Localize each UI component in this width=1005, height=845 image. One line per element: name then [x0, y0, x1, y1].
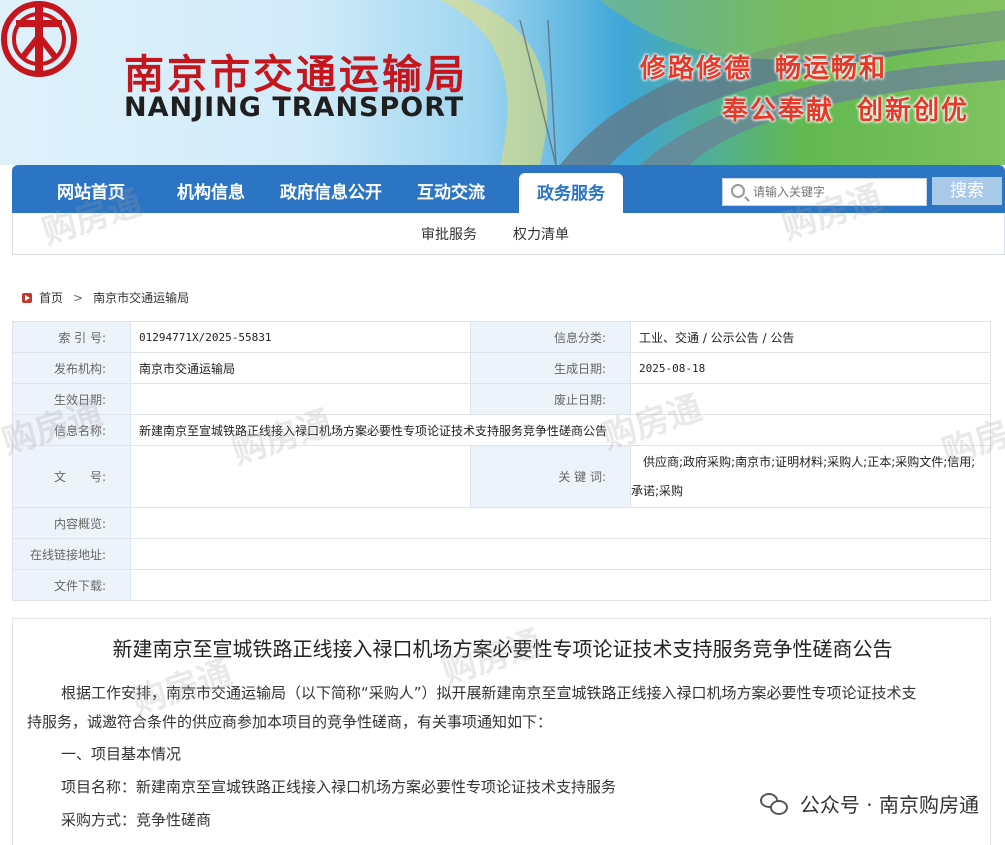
nav-item-gov-info[interactable]: 政府信息公开 — [280, 165, 382, 213]
org-name-en: NANJING TRANSPORT — [124, 92, 465, 123]
created-value: 2025-08-18 — [630, 352, 991, 384]
nav-item-interaction[interactable]: 互动交流 — [417, 165, 485, 213]
keywords-line-1: 供应商;政府采购;南京市;证明材料;采购人;正本;采购文件;信用; — [643, 454, 976, 469]
breadcrumb-home[interactable]: 首页 — [39, 289, 63, 306]
slogan-2: 畅运畅和 — [775, 54, 888, 84]
index-value: 01294771X/2025-55831 — [130, 321, 471, 353]
search-icon — [731, 184, 745, 198]
created-label: 生成日期: — [470, 352, 631, 384]
article-para-1-line-1: 根据工作安排，南京市交通运输局（以下简称“采购人”）拟开展新建南京至宣城铁路正线… — [61, 684, 917, 702]
category-label: 信息分类: — [470, 321, 631, 353]
header-banner: 南京市交通运输局 NANJING TRANSPORT 修路修德 畅运畅和 奉公奉… — [0, 0, 1005, 165]
wechat-account-tag: 公众号 · 南京购房通 — [751, 785, 987, 822]
info-table: 索 引 号: 01294771X/2025-55831 信息分类: 工业、交通 … — [12, 321, 991, 601]
breadcrumb-current[interactable]: 南京市交通运输局 — [93, 289, 189, 306]
slogan-1: 修路修德 — [640, 54, 753, 84]
name-value: 新建南京至宣城铁路正线接入禄口机场方案必要性专项论证技术支持服务竞争性磋商公告 — [130, 414, 991, 446]
main-nav: 网站首页 机构信息 政府信息公开 互动交流 政务服务 搜索 — [12, 165, 1005, 213]
nav-item-gov-services[interactable]: 政务服务 — [519, 173, 623, 213]
overview-label: 内容概览: — [12, 507, 131, 539]
effective-label: 生效日期: — [12, 383, 131, 415]
slogan-3: 奉公奉献 — [722, 96, 835, 126]
search-input[interactable] — [753, 182, 918, 202]
article-title: 新建南京至宣城铁路正线接入禄口机场方案必要性专项论证技术支持服务竞争性磋商公告 — [112, 637, 893, 661]
nav-item-home[interactable]: 网站首页 — [57, 165, 125, 213]
article-para-1-line-2: 持服务，诚邀符合条件的供应商参加本项目的竞争性磋商，有关事项通知如下： — [27, 713, 553, 731]
index-label: 索 引 号: — [12, 321, 131, 353]
file-download-value[interactable] — [130, 569, 991, 601]
home-icon — [22, 292, 32, 303]
keywords-label: 关 键 词: — [470, 445, 631, 508]
slogan-4: 创新创优 — [857, 96, 970, 126]
abolished-label: 废止日期: — [470, 383, 631, 415]
effective-value — [130, 383, 471, 415]
breadcrumb: 首页 > 南京市交通运输局 — [22, 289, 189, 306]
doc-number-label: 文 号: — [12, 445, 131, 508]
publisher-value: 南京市交通运输局 — [130, 352, 471, 384]
keywords-value: 供应商;政府采购;南京市;证明材料;采购人;正本;采购文件;信用; 承诺;采购 — [630, 445, 991, 508]
abolished-value — [630, 383, 991, 415]
overview-value — [130, 507, 991, 539]
doc-number-value — [130, 445, 471, 508]
article-section-heading: 一、项目基本情况 — [61, 745, 182, 763]
online-link-value[interactable] — [130, 538, 991, 570]
transport-logo-icon — [1, 1, 77, 77]
file-download-label: 文件下载: — [12, 569, 131, 601]
search-button[interactable]: 搜索 — [932, 177, 1002, 205]
wechat-icon — [759, 792, 790, 815]
keywords-line-2: 承诺;采购 — [631, 483, 684, 498]
publisher-label: 发布机构: — [12, 352, 131, 384]
sub-nav: 审批服务 权力清单 — [12, 213, 1005, 255]
wechat-account-name: 公众号 · 南京购房通 — [799, 793, 979, 817]
breadcrumb-separator: > — [73, 290, 84, 305]
search-box — [722, 178, 927, 206]
name-label: 信息名称: — [12, 414, 131, 446]
nav-item-org-info[interactable]: 机构信息 — [177, 165, 245, 213]
online-link-label: 在线链接地址: — [12, 538, 131, 570]
subnav-item-approval[interactable]: 审批服务 — [421, 224, 477, 244]
category-value: 工业、交通 / 公示公告 / 公告 — [630, 321, 991, 353]
subnav-item-power-list[interactable]: 权力清单 — [513, 224, 569, 244]
